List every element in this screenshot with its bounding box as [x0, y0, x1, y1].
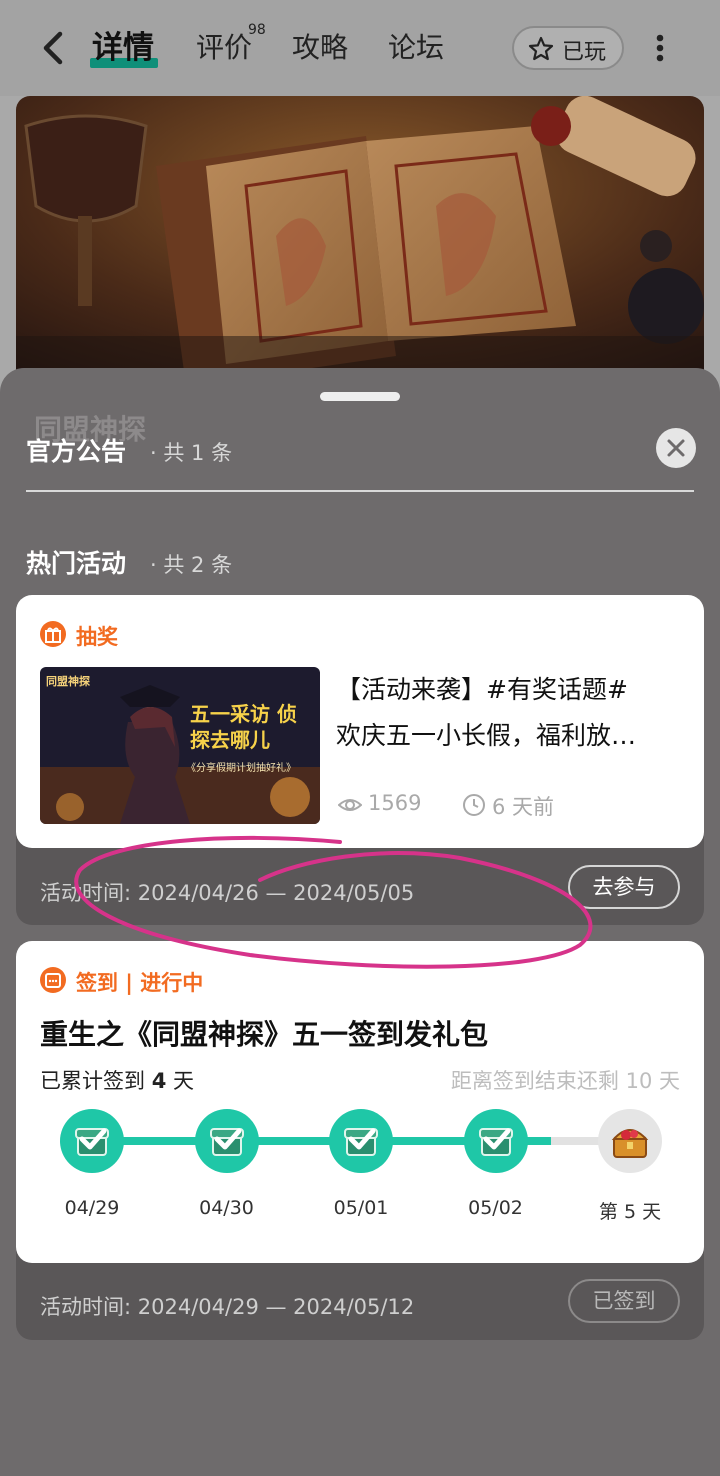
activity-card-signin-body[interactable]: 签到 | 进行中 重生之《同盟神探》五一签到发礼包 已累计签到 4 天 距离签到… — [16, 941, 704, 1263]
gift-icon — [40, 621, 66, 647]
close-icon — [667, 439, 685, 457]
activity-card-signin[interactable]: 签到 | 进行中 重生之《同盟神探》五一签到发礼包 已累计签到 4 天 距离签到… — [16, 941, 704, 1340]
announcements-title: 官方公告 — [26, 437, 127, 466]
treasure-check-icon — [344, 1128, 378, 1156]
signin-day-reward[interactable] — [598, 1109, 662, 1173]
time-ago: 6 天前 — [492, 795, 555, 819]
back-arrow-icon[interactable] — [36, 28, 72, 68]
signin-day-done[interactable] — [194, 1109, 259, 1173]
top-nav: 详情 评价 98 攻略 论坛 已玩 — [0, 0, 720, 96]
treasure-check-icon — [209, 1128, 244, 1156]
tab-details[interactable]: 详情 — [92, 28, 154, 68]
clock-icon — [463, 794, 485, 816]
treasure-check-icon — [478, 1128, 513, 1156]
join-button[interactable]: 去参与 — [568, 865, 680, 909]
activity-card-lottery-body[interactable]: 抽奖 同盟神探 五一采访 侦探去哪儿 《分享假期计划抽好礼》 【活动来袭】#有奖… — [16, 595, 704, 848]
signin-accumulated: 已累计签到 4 天 — [40, 1069, 194, 1093]
activity-post-title[interactable]: 【活动来袭】#有奖话题# 欢庆五一小长假，福利放… — [336, 667, 682, 759]
signin-day-label: 04/30 — [199, 1197, 254, 1219]
post-title-line2: 欢庆五一小长假，福利放… — [336, 721, 637, 750]
signin-day-done[interactable] — [60, 1109, 124, 1173]
eye-icon — [338, 799, 362, 811]
thumb-logo: 同盟神探 — [46, 675, 90, 688]
activity-thumbnail[interactable]: 同盟神探 五一采访 侦探去哪儿 《分享假期计划抽好礼》 — [40, 667, 320, 824]
signin-tag: 签到 | 进行中 — [76, 971, 204, 995]
sheet-grabber[interactable] — [320, 392, 400, 401]
treasure-check-icon — [75, 1128, 109, 1156]
activity-sheet: 同盟神探 官方公告 · 共 1 条 热门活动 · 共 2 条 抽奖 同盟神探 五… — [0, 368, 720, 1476]
close-button[interactable] — [656, 428, 696, 468]
post-title-line1: 【活动来袭】#有奖话题# — [336, 675, 628, 704]
lottery-tag: 抽奖 — [76, 625, 118, 649]
more-vertical-icon[interactable] — [650, 28, 670, 68]
activity-time: 活动时间: 2024/04/26 — 2024/05/05 — [40, 881, 415, 905]
signin-day-label: 05/01 — [333, 1197, 389, 1219]
activity-card-lottery[interactable]: 抽奖 同盟神探 五一采访 侦探去哪儿 《分享假期计划抽好礼》 【活动来袭】#有奖… — [16, 595, 704, 925]
signin-day-label: 第 5 天 — [598, 1201, 662, 1223]
signin-day-label: 04/29 — [64, 1197, 120, 1219]
played-button[interactable]: 已玩 — [512, 26, 624, 70]
announcements-count: · 共 1 条 — [150, 441, 233, 465]
thumb-subtitle: 《分享假期计划抽好礼》 — [186, 763, 296, 774]
signin-day-done[interactable] — [463, 1109, 528, 1173]
game-banner-image — [16, 96, 704, 396]
section-divider — [26, 490, 694, 492]
signin-day-done[interactable] — [329, 1109, 393, 1173]
signin-remaining: 距离签到结束还剩 10 天 — [450, 1069, 680, 1093]
reviews-count-badge: 98 — [248, 22, 266, 38]
thumb-title: 五一采访 侦探去哪儿 — [190, 702, 297, 752]
activities-title: 热门活动 — [26, 549, 127, 578]
tab-guides[interactable]: 攻略 — [292, 28, 348, 68]
tab-forum[interactable]: 论坛 — [388, 28, 444, 68]
signin-title[interactable]: 重生之《同盟神探》五一签到发礼包 — [40, 1013, 488, 1053]
signin-day-label: 05/02 — [468, 1197, 523, 1219]
views-count: 1569 — [368, 791, 422, 815]
signin-activity-time: 活动时间: 2024/04/29 — 2024/05/12 — [40, 1295, 415, 1319]
calendar-icon — [40, 967, 66, 993]
treasure-chest-icon — [611, 1129, 649, 1158]
activities-count: · 共 2 条 — [150, 553, 233, 577]
played-label: 已玩 — [562, 40, 607, 65]
tab-reviews[interactable]: 评价 — [196, 28, 252, 68]
signed-in-button[interactable]: 已签到 — [568, 1279, 680, 1323]
star-icon — [528, 36, 554, 61]
